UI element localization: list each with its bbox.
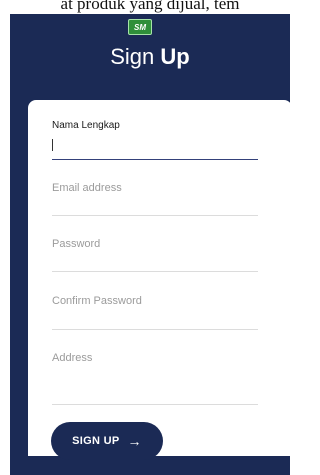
title-bold: Up: [160, 44, 190, 69]
confirm-password-placeholder: Confirm Password: [52, 295, 142, 307]
app-logo: SM: [128, 19, 152, 35]
arrow-right-icon: →: [127, 433, 142, 449]
full-name-underline: [52, 159, 258, 160]
full-name-field[interactable]: Nama Lengkap: [52, 120, 258, 162]
sign-up-label: SIGN UP: [72, 435, 120, 447]
signup-screen: SM Sign Up Nama Lengkap Email address Pa…: [10, 14, 292, 475]
password-field[interactable]: Password: [52, 238, 258, 274]
password-placeholder: Password: [52, 238, 101, 250]
text-cursor: [52, 139, 53, 151]
page-title: Sign Up: [10, 44, 290, 70]
email-underline: [52, 215, 258, 216]
signup-form-card: Nama Lengkap Email address Password Conf…: [28, 100, 292, 460]
confirm-password-underline: [52, 329, 258, 330]
address-underline: [52, 404, 258, 405]
address-placeholder: Address: [52, 352, 93, 364]
email-placeholder: Email address: [52, 182, 122, 194]
logo-text: SM: [134, 22, 146, 32]
password-underline: [52, 271, 258, 272]
confirm-password-field[interactable]: Confirm Password: [52, 295, 258, 331]
email-field[interactable]: Email address: [52, 182, 258, 218]
full-name-label: Nama Lengkap: [52, 120, 120, 131]
address-field[interactable]: Address: [52, 352, 258, 408]
sign-up-button[interactable]: SIGN UP →: [51, 422, 163, 460]
title-light: Sign: [110, 44, 161, 69]
